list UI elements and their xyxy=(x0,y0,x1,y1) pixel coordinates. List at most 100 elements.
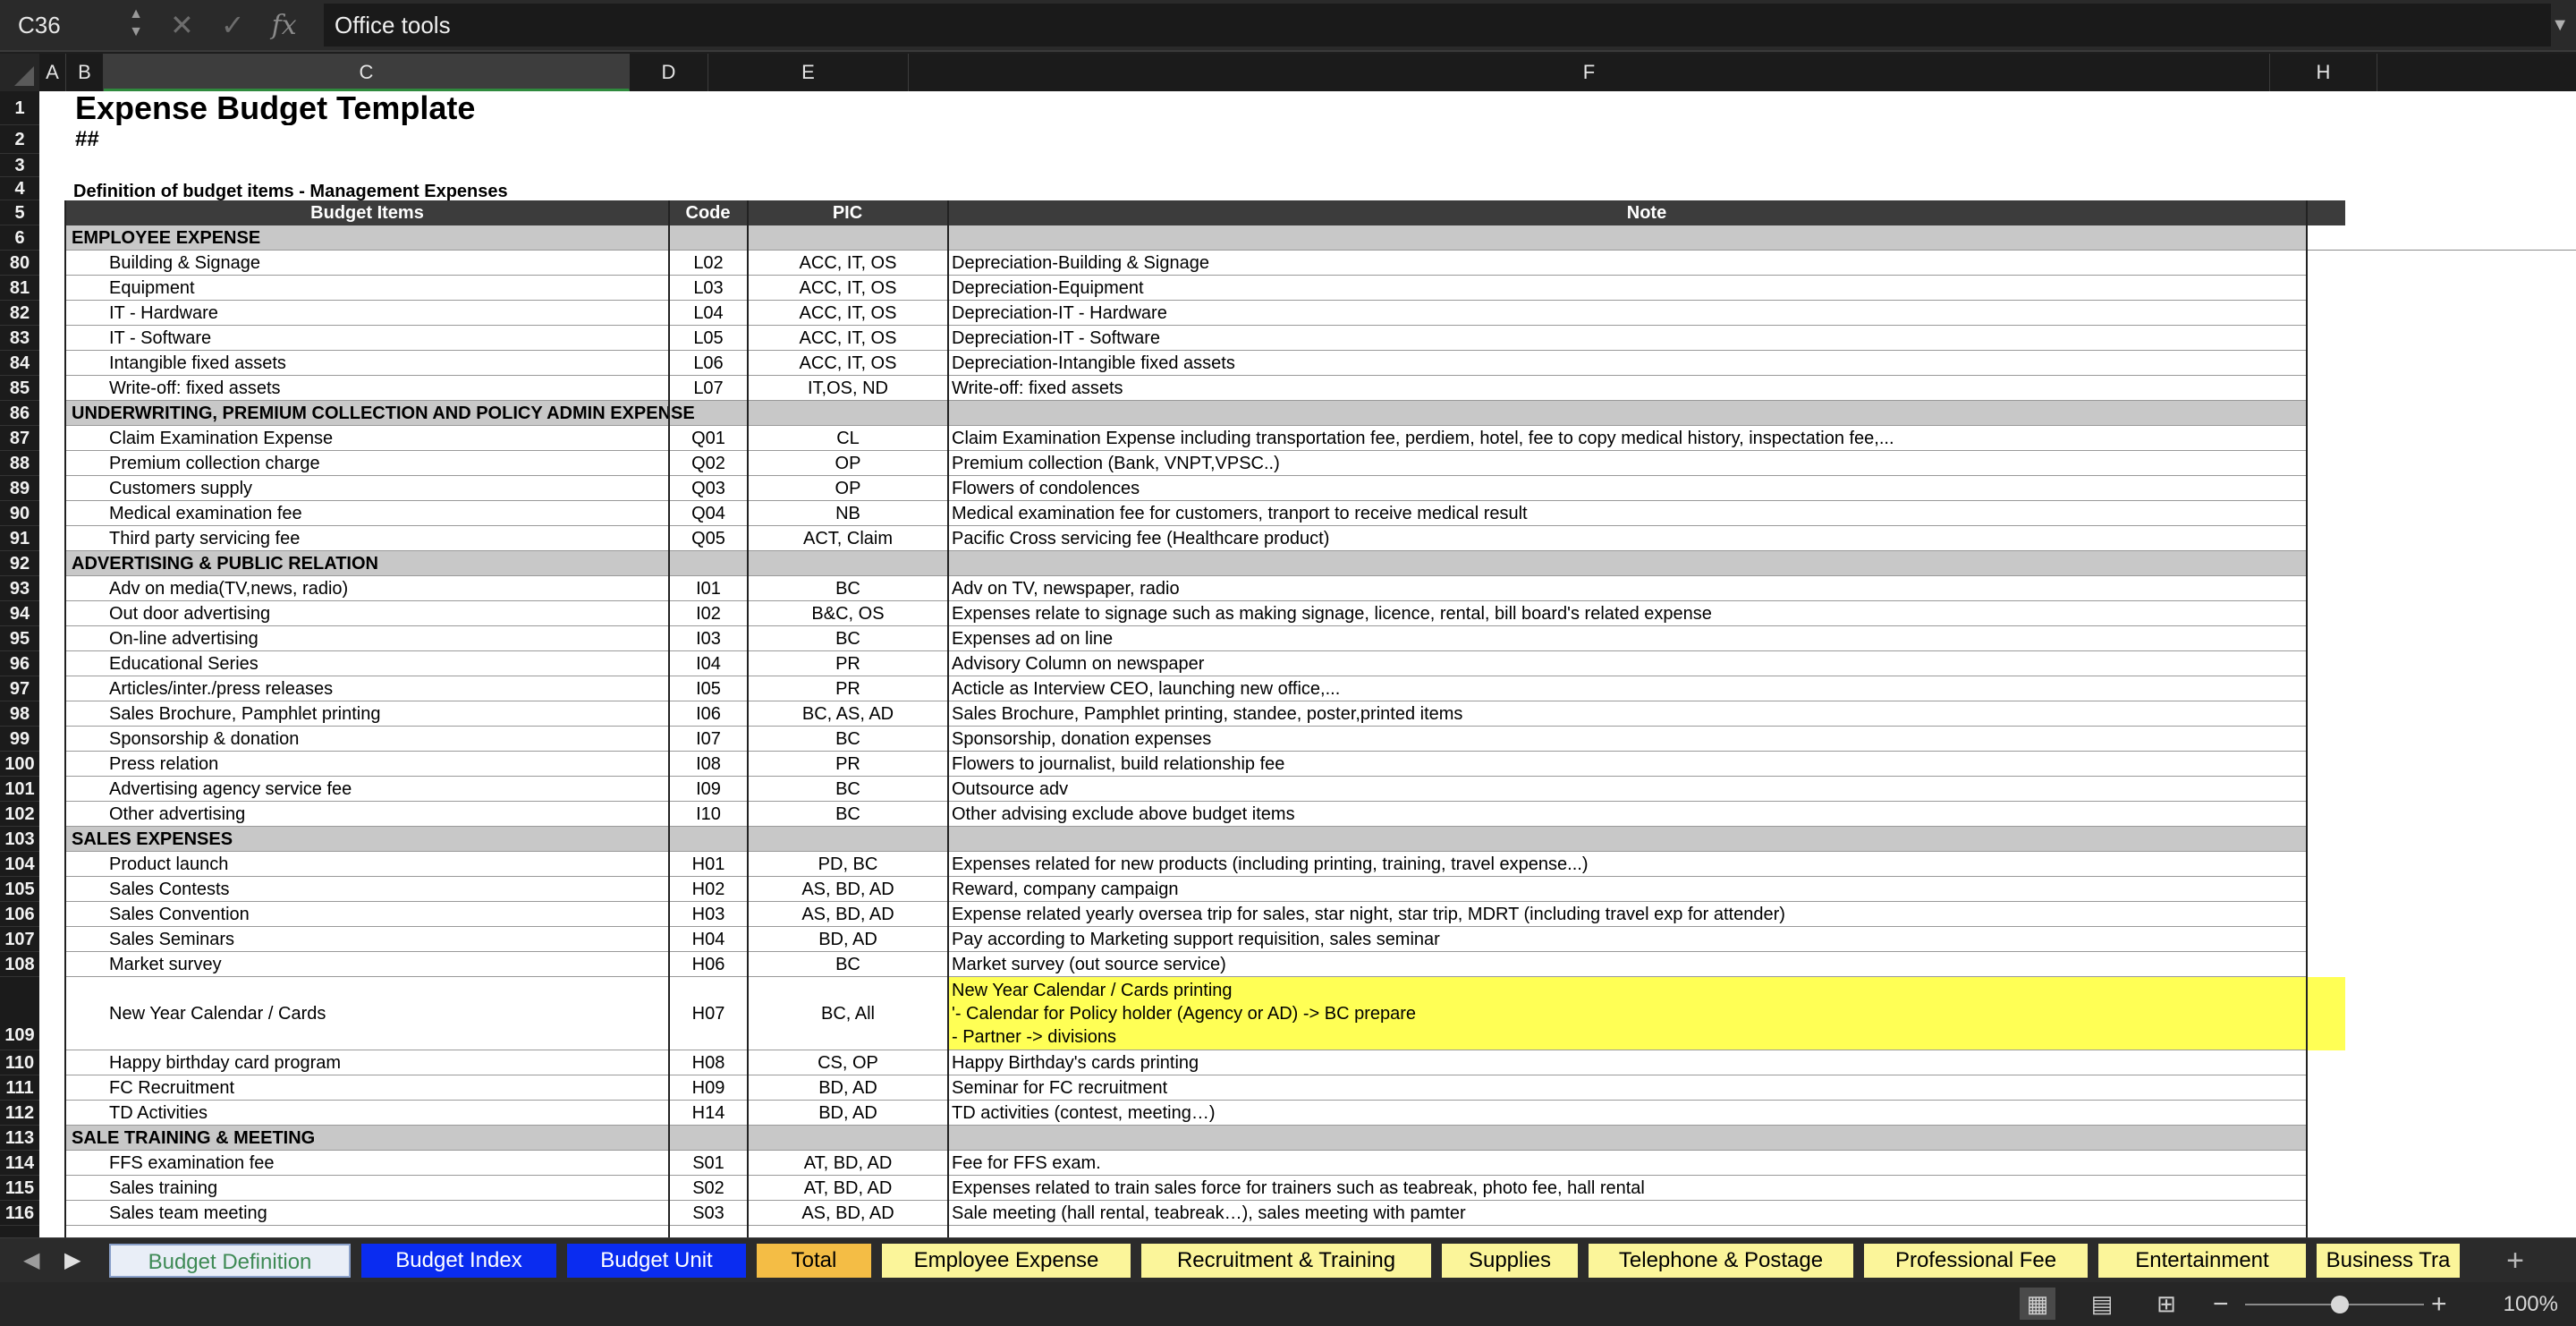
section-label[interactable]: Definition of budget items - Management … xyxy=(39,177,1113,200)
row-header[interactable]: 81 xyxy=(0,276,39,301)
code-cell[interactable]: Q02 xyxy=(669,451,748,476)
budget-item-cell[interactable]: Product launch xyxy=(66,852,669,877)
budget-item-cell[interactable]: Building & Signage xyxy=(66,251,669,276)
code-cell[interactable]: H02 xyxy=(669,877,748,902)
header-code[interactable]: Code xyxy=(669,200,748,225)
sheet-tab[interactable]: Professional Fee xyxy=(1864,1244,2088,1278)
code-cell[interactable]: I07 xyxy=(669,727,748,752)
note-cell[interactable]: Expenses related for new products (inclu… xyxy=(948,852,2345,877)
budget-item-cell[interactable]: Write-off: fixed assets xyxy=(66,376,669,401)
budget-item-cell[interactable]: Sales Convention xyxy=(66,902,669,927)
row-header[interactable]: 111 xyxy=(0,1075,39,1101)
row-header[interactable]: 86 xyxy=(0,401,39,426)
budget-item-cell[interactable]: Sales team meeting xyxy=(66,1201,669,1226)
budget-item-cell[interactable]: Sales Contests xyxy=(66,877,669,902)
note-cell[interactable]: Expenses related to train sales force fo… xyxy=(948,1176,2345,1201)
pic-cell[interactable]: BC xyxy=(748,777,948,802)
zoom-in-icon[interactable]: + xyxy=(2431,1282,2447,1326)
pic-cell[interactable]: BC xyxy=(748,727,948,752)
pic-cell[interactable] xyxy=(748,154,948,177)
budget-item-cell[interactable]: IT - Hardware xyxy=(66,301,669,326)
row-header[interactable]: 112 xyxy=(0,1101,39,1126)
budget-item-cell[interactable]: Claim Examination Expense xyxy=(66,426,669,451)
row-header[interactable]: 6 xyxy=(0,225,39,251)
budget-item-cell[interactable]: Sponsorship & donation xyxy=(66,727,669,752)
row-header[interactable]: 104 xyxy=(0,852,39,877)
code-cell[interactable]: S01 xyxy=(669,1151,748,1176)
group-row[interactable]: UNDERWRITING, PREMIUM COLLECTION AND POL… xyxy=(66,401,2306,426)
sheet-tab[interactable]: Recruitment & Training xyxy=(1141,1244,1431,1278)
note-cell-highlighted[interactable]: New Year Calendar / Cards printing '- Cal… xyxy=(948,977,2345,1050)
row-header[interactable]: 113 xyxy=(0,1126,39,1151)
row-header[interactable]: 101 xyxy=(0,777,39,802)
note-cell[interactable]: Expenses ad on line xyxy=(948,626,2345,651)
row-header[interactable]: 98 xyxy=(0,701,39,727)
code-cell[interactable] xyxy=(669,154,748,177)
code-cell[interactable]: H01 xyxy=(669,852,748,877)
sheet-tab[interactable]: Budget Index xyxy=(361,1244,556,1278)
select-all-corner[interactable] xyxy=(0,54,39,91)
row-header[interactable]: 95 xyxy=(0,626,39,651)
zoom-slider-knob[interactable] xyxy=(2331,1296,2349,1313)
row-header[interactable]: 89 xyxy=(0,476,39,501)
pic-cell[interactable]: ACC, IT, OS xyxy=(748,301,948,326)
row-header[interactable]: 94 xyxy=(0,601,39,626)
note-cell[interactable]: TD activities (contest, meeting…) xyxy=(948,1101,2345,1126)
note-cell[interactable]: Flowers to journalist, build relationshi… xyxy=(948,752,2345,777)
row-header[interactable]: 109 xyxy=(0,977,39,1050)
note-cell[interactable]: Acticle as Interview CEO, launching new … xyxy=(948,676,2345,701)
code-cell[interactable]: H14 xyxy=(669,1101,748,1126)
row-header[interactable]: 84 xyxy=(0,351,39,376)
zoom-out-icon[interactable]: − xyxy=(2213,1282,2229,1326)
header-budget-items[interactable]: Budget Items xyxy=(66,200,669,225)
pic-cell[interactable]: ACC, IT, OS xyxy=(748,276,948,301)
code-cell[interactable]: Q01 xyxy=(669,426,748,451)
budget-item-cell[interactable]: Sales training xyxy=(66,1176,669,1201)
pic-cell[interactable]: PR xyxy=(748,752,948,777)
row-header[interactable]: 2 xyxy=(0,125,39,154)
pic-cell[interactable]: OP xyxy=(748,451,948,476)
pic-cell[interactable]: CL xyxy=(748,426,948,451)
code-cell[interactable]: I03 xyxy=(669,626,748,651)
note-cell[interactable]: Fee for FFS exam. xyxy=(948,1151,2345,1176)
row-header[interactable]: 97 xyxy=(0,676,39,701)
row-header[interactable]: 106 xyxy=(0,902,39,927)
note-cell[interactable]: Expense related yearly oversea trip for … xyxy=(948,902,2345,927)
budget-item-cell[interactable]: Educational Series xyxy=(66,651,669,676)
note-cell[interactable]: Depreciation-Intangible fixed assets xyxy=(948,351,2345,376)
code-cell[interactable]: S02 xyxy=(669,1176,748,1201)
sheet-tab[interactable]: Entertainment xyxy=(2098,1244,2306,1278)
sheet-tab[interactable]: Budget Unit xyxy=(567,1244,746,1278)
budget-item-cell[interactable]: Adv on media(TV,news, radio) xyxy=(66,576,669,601)
row-header[interactable]: 105 xyxy=(0,877,39,902)
pic-cell[interactable]: OP xyxy=(748,476,948,501)
code-cell[interactable]: I05 xyxy=(669,676,748,701)
note-cell[interactable]: Claim Examination Expense including tran… xyxy=(948,426,2345,451)
row-header[interactable]: 100 xyxy=(0,752,39,777)
code-cell[interactable]: H06 xyxy=(669,952,748,977)
code-cell[interactable]: I04 xyxy=(669,651,748,676)
row-header[interactable]: 83 xyxy=(0,326,39,351)
budget-item-cell[interactable]: Equipment xyxy=(66,276,669,301)
budget-item-cell[interactable]: FC Recruitment xyxy=(66,1075,669,1101)
code-cell[interactable]: H03 xyxy=(669,902,748,927)
pic-cell[interactable]: PR xyxy=(748,676,948,701)
row-header[interactable]: 92 xyxy=(0,551,39,576)
code-cell[interactable]: H04 xyxy=(669,927,748,952)
note-cell[interactable]: Adv on TV, newspaper, radio xyxy=(948,576,2345,601)
pic-cell[interactable]: BC, All xyxy=(748,977,948,1050)
note-cell[interactable]: Sale meeting (hall rental, teabreak…), s… xyxy=(948,1201,2345,1226)
budget-item-cell[interactable]: Market survey xyxy=(66,952,669,977)
sheet-tab[interactable]: Supplies xyxy=(1442,1244,1578,1278)
row-header[interactable]: 3 xyxy=(0,154,39,177)
budget-item-cell[interactable]: On-line advertising xyxy=(66,626,669,651)
note-cell[interactable]: Sales Brochure, Pamphlet printing, stand… xyxy=(948,701,2345,727)
code-cell[interactable]: Q03 xyxy=(669,476,748,501)
code-cell[interactable]: L04 xyxy=(669,301,748,326)
pic-cell[interactable]: CS, OP xyxy=(748,1050,948,1075)
row-header[interactable]: 90 xyxy=(0,501,39,526)
note-cell[interactable]: Depreciation-Equipment xyxy=(948,276,2345,301)
note-cell[interactable]: Depreciation-IT - Hardware xyxy=(948,301,2345,326)
budget-item-cell[interactable]: Sales Seminars xyxy=(66,927,669,952)
pic-cell[interactable]: ACT, Claim xyxy=(748,526,948,551)
